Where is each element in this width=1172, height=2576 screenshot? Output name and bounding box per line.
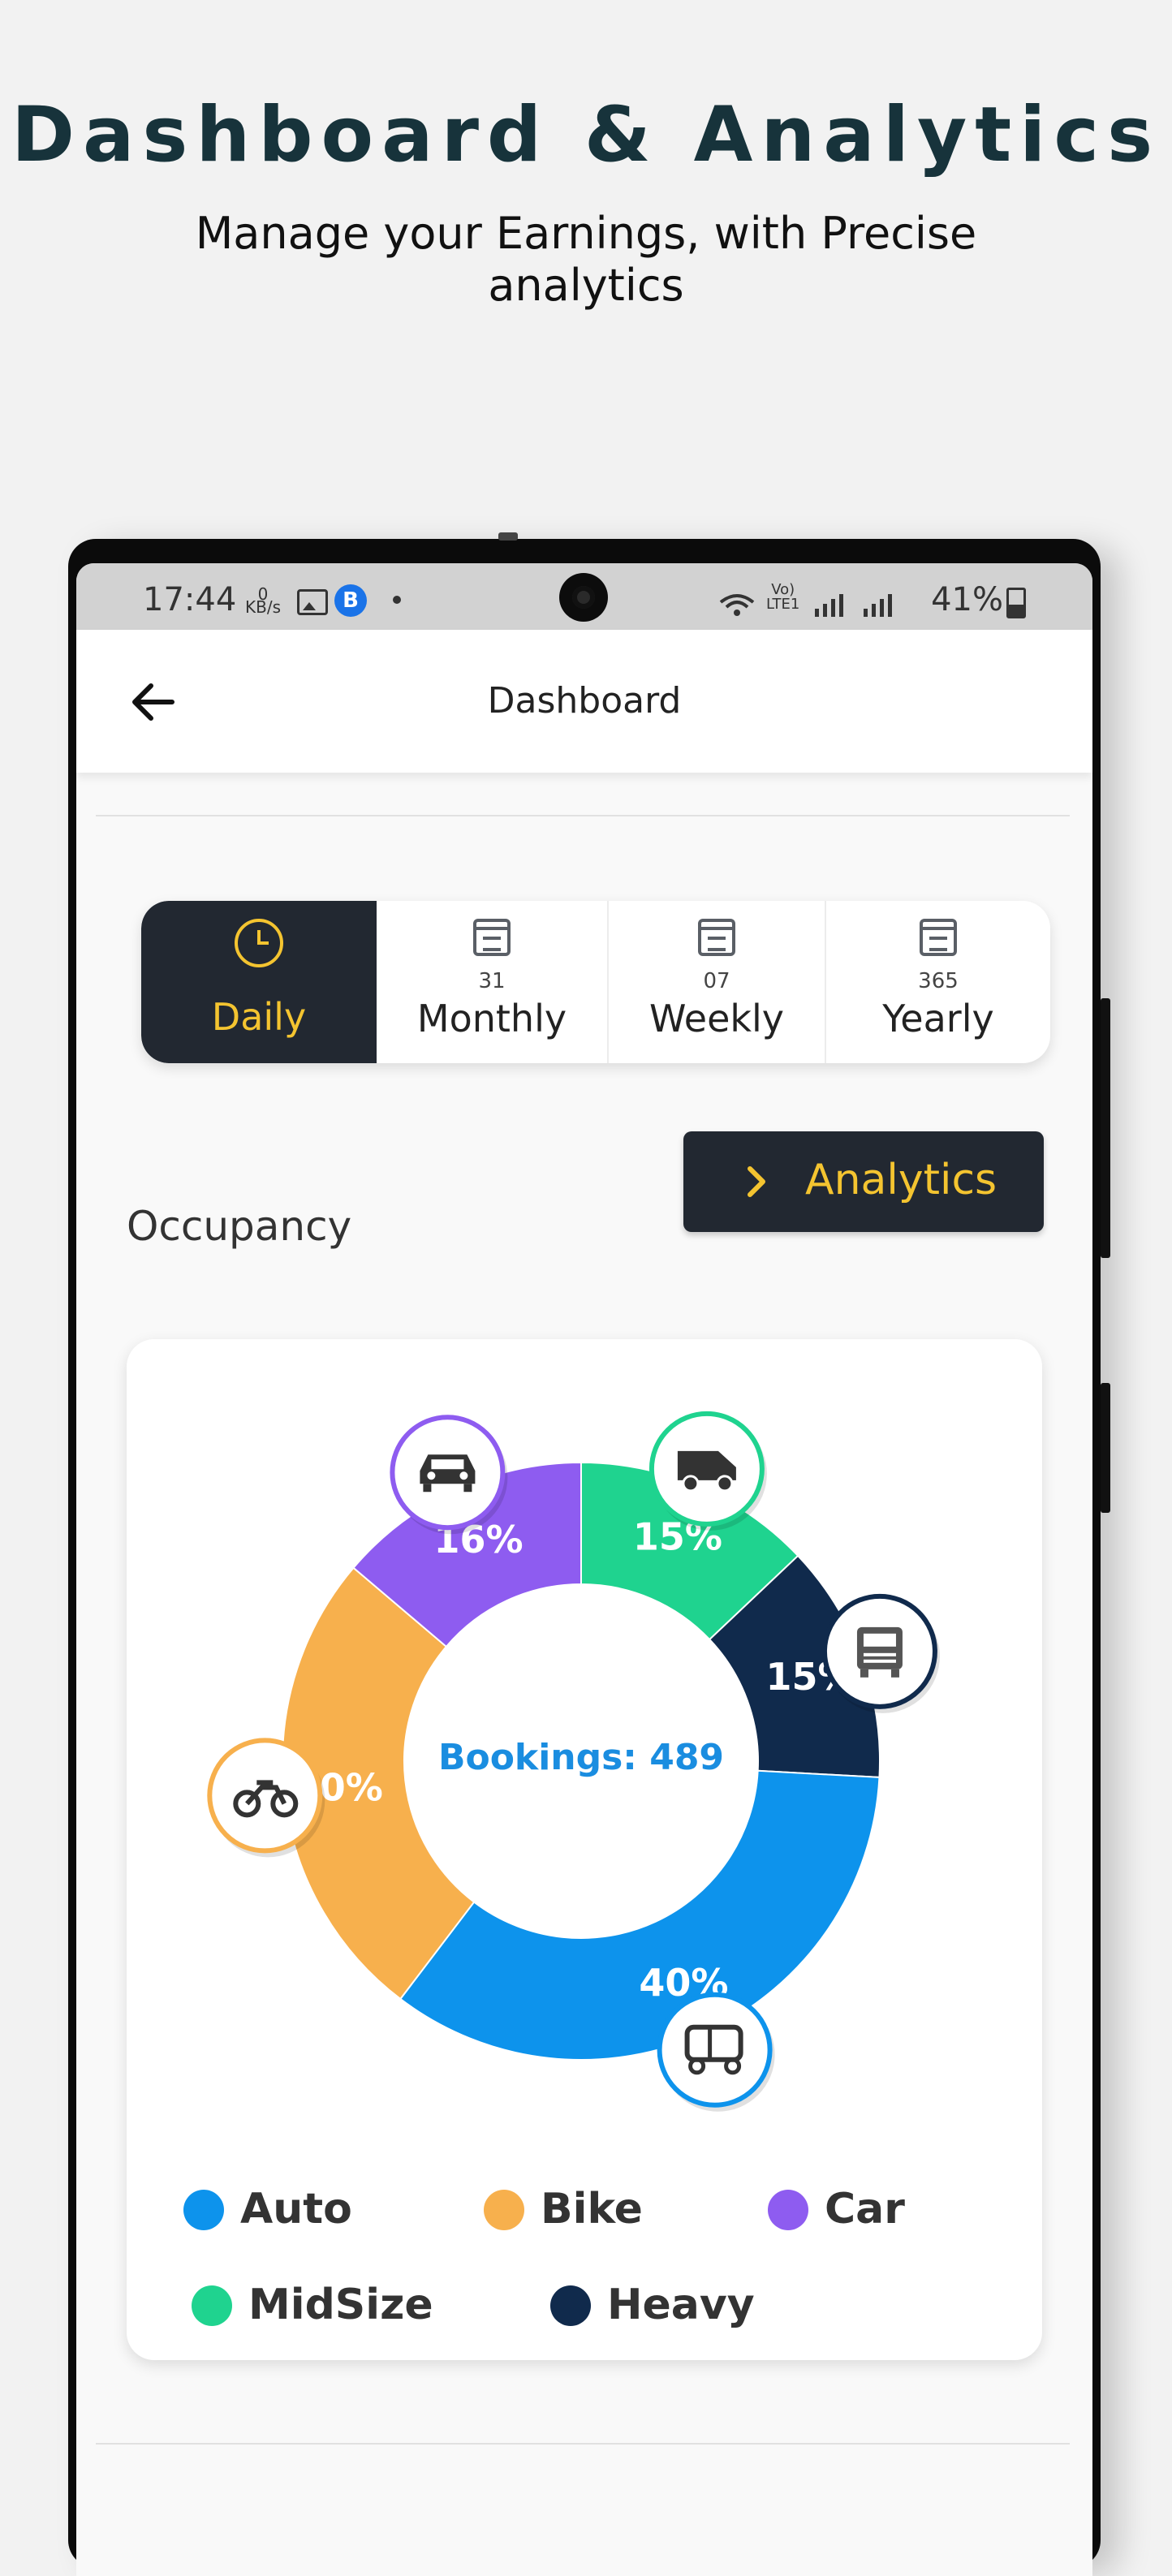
gallery-icon xyxy=(297,589,328,615)
occupancy-label: Occupancy xyxy=(127,1203,352,1250)
clock-icon xyxy=(235,919,283,967)
tab-number: 365 xyxy=(918,969,959,993)
tab-number: 07 xyxy=(703,969,730,993)
signal-icon xyxy=(815,594,843,617)
side-button xyxy=(1101,998,1110,1258)
hero-title: Dashboard & Analytics xyxy=(11,91,1161,179)
tab-label: Weekly xyxy=(648,997,785,1040)
status-bar: 17:44 0 KB/s B Vo) LTE1 41% xyxy=(76,563,1092,630)
data-rate: 0 KB/s xyxy=(245,584,281,617)
app-bar: Dashboard xyxy=(76,630,1092,773)
tab-monthly[interactable]: 31 Monthly xyxy=(377,901,607,1063)
donut-slice-auto xyxy=(399,1769,881,2061)
legend-swatch xyxy=(192,2285,232,2326)
legend-swatch xyxy=(768,2190,808,2230)
analytics-button-label: Analytics xyxy=(805,1156,997,1204)
signal-icon xyxy=(864,594,892,617)
phone-notch xyxy=(498,532,518,541)
occupancy-donut-chart: Bookings: 489 15%15%40%30%16% xyxy=(207,1411,940,2112)
legend-label: MidSize xyxy=(248,2281,433,2329)
auto-rickshaw-icon xyxy=(657,1992,775,2112)
tab-weekly[interactable]: 07 Weekly xyxy=(609,901,825,1063)
tab-label: Daily xyxy=(211,995,307,1039)
tab-label: Monthly xyxy=(416,997,567,1040)
legend-swatch xyxy=(183,2190,224,2230)
analytics-button[interactable]: Analytics xyxy=(683,1131,1044,1232)
calendar-icon xyxy=(920,919,957,956)
battery-icon xyxy=(1006,588,1026,618)
side-button xyxy=(1101,1383,1110,1513)
app-notification-icon: B xyxy=(334,584,367,617)
page-title: Dashboard xyxy=(487,680,682,722)
front-camera xyxy=(559,573,608,622)
more-notifications-icon xyxy=(393,596,401,604)
phone-screen: 17:44 0 KB/s B Vo) LTE1 41% Dashboard Da… xyxy=(76,563,1092,2576)
divider xyxy=(96,2443,1070,2445)
motorbike-icon xyxy=(207,1738,325,1858)
legend-label: Heavy xyxy=(607,2281,755,2329)
wifi-icon xyxy=(719,594,755,616)
divider xyxy=(96,815,1070,816)
tab-label: Yearly xyxy=(882,997,994,1040)
period-selector: Daily 31 Monthly 07 Weekly 365 Yearly xyxy=(141,901,1050,1063)
legend-label: Car xyxy=(825,2185,905,2234)
chevron-right-icon xyxy=(748,1166,765,1197)
status-time: 17:44 xyxy=(143,581,237,618)
tab-number: 31 xyxy=(478,969,506,993)
hero-subtitle: Manage your Earnings, with Precise analy… xyxy=(195,208,977,311)
center-label: Bookings: 489 xyxy=(438,1737,724,1778)
phone-frame: 17:44 0 KB/s B Vo) LTE1 41% Dashboard Da… xyxy=(68,532,1110,2576)
legend-swatch xyxy=(484,2190,524,2230)
tab-yearly[interactable]: 365 Yearly xyxy=(826,901,1050,1063)
tab-daily[interactable]: Daily xyxy=(141,901,377,1063)
calendar-icon xyxy=(698,919,735,956)
legend-swatch xyxy=(550,2285,591,2326)
calendar-icon xyxy=(473,919,511,956)
occupancy-chart-card: Bookings: 489 15% 15% 40% 30% 16% Auto Bike … xyxy=(127,1339,1042,2360)
battery-percent: 41% xyxy=(931,581,1003,618)
legend-label: Auto xyxy=(240,2185,352,2234)
network-label: Vo) LTE1 xyxy=(766,581,800,613)
legend-label: Bike xyxy=(541,2185,643,2234)
